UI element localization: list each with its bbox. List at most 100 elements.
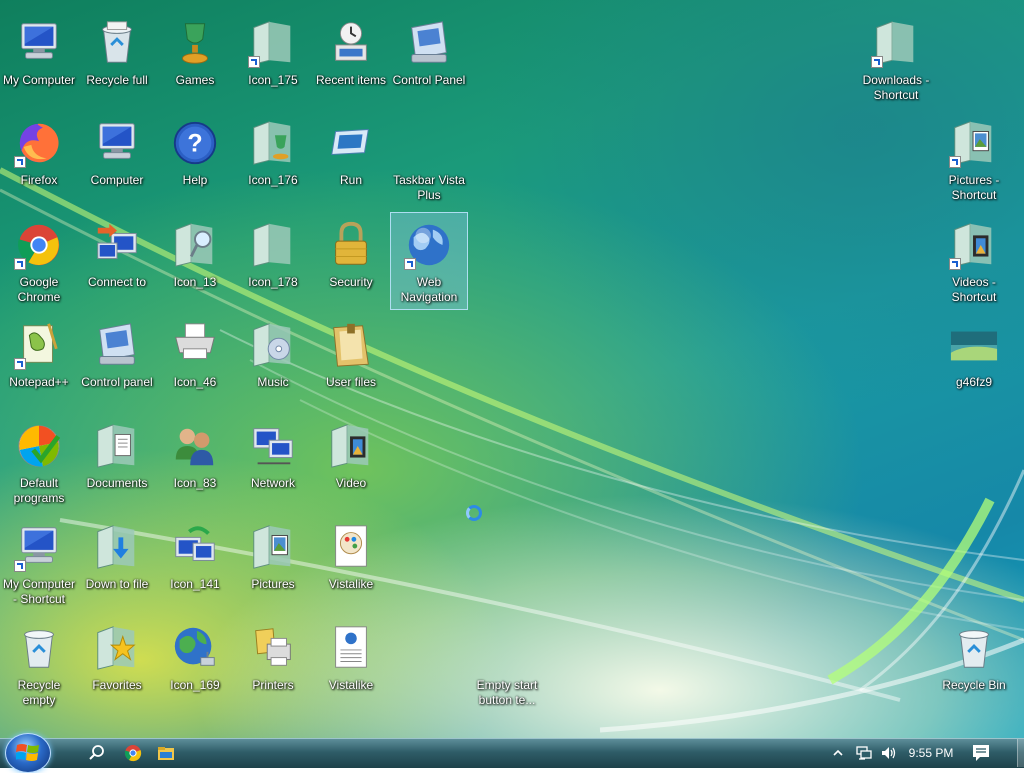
desktop-icon-my-computer[interactable]: My Computer: [0, 10, 78, 108]
globe-icon: [403, 219, 455, 271]
desktop-icon-recycle-bin[interactable]: Recycle Bin: [935, 615, 1013, 713]
notification-center-button[interactable]: [968, 742, 994, 764]
windows-logo-icon: [16, 744, 39, 761]
notification-icon: [973, 745, 989, 761]
image-thumbnail-icon: [948, 319, 1000, 371]
run-icon: [325, 117, 377, 169]
show-desktop-button[interactable]: [1017, 739, 1024, 767]
help-icon: ?: [169, 117, 221, 169]
desktop-icon-label: User files: [325, 375, 376, 389]
desktop-icon-control-panel[interactable]: Control panel: [78, 312, 156, 410]
desktop-icon-label: Notepad++: [9, 375, 69, 389]
shortcut-arrow-icon: [248, 56, 260, 68]
desktop-icon-recent-items[interactable]: Recent items: [312, 10, 390, 108]
control-panel-icon: [403, 17, 455, 69]
desktop-icon-music[interactable]: Music: [234, 312, 312, 410]
desktop-icon-video[interactable]: Video: [312, 413, 390, 511]
video-folder-icon: [948, 219, 1000, 271]
desktop-icon-label: Web Navigation: [400, 275, 458, 304]
desktop-icon-documents[interactable]: Documents: [78, 413, 156, 511]
taskbar-clock[interactable]: 9:55 PM: [900, 739, 962, 767]
desktop[interactable]: My Computer Recycle full Games Icon_175 Rece…: [0, 0, 1024, 738]
tray-chevron-button[interactable]: [830, 743, 846, 763]
user-folder-icon: [325, 319, 377, 371]
desktop-icon-label: Google Chrome: [17, 275, 61, 304]
desktop-icon-notepad[interactable]: Notepad++: [0, 312, 78, 410]
desktop-icon-icon-176[interactable]: Icon_176: [234, 110, 312, 208]
desktop-icon-vistalike[interactable]: Vistalike: [312, 615, 390, 713]
desktop-icon-web-navigation[interactable]: Web Navigation: [390, 212, 468, 310]
network-icon: [856, 746, 872, 760]
blank-icon: [403, 117, 455, 169]
desktop-icon-recycle-empty[interactable]: Recycle empty: [0, 615, 78, 713]
desktop-icon-downloads-shortcut[interactable]: Downloads - Shortcut: [857, 10, 935, 108]
desktop-icon-games[interactable]: Games: [156, 10, 234, 108]
desktop-icon-label: Documents: [86, 476, 148, 490]
desktop-icon-label: My Computer - Shortcut: [2, 577, 76, 606]
taskbar-chrome-button[interactable]: [120, 741, 146, 765]
desktop-icon-videos-shortcut[interactable]: Videos - Shortcut: [935, 212, 1013, 310]
desktop-icon-label: Icon_13: [173, 275, 217, 289]
desktop-icon-taskbar-vista-plus[interactable]: Taskbar Vista Plus: [390, 110, 468, 208]
desktop-icon-favorites[interactable]: Favorites: [78, 615, 156, 713]
desktop-icon-label: g46fz9: [955, 375, 993, 389]
desktop-icon-run[interactable]: Run: [312, 110, 390, 208]
taskbar-search-button[interactable]: [84, 741, 110, 765]
desktop-icon-label: Icon_141: [170, 577, 220, 591]
desktop-icon-label: Network: [250, 476, 295, 490]
volume-icon: [882, 747, 896, 759]
desktop-icon-vistalike[interactable]: Vistalike: [312, 514, 390, 612]
network-sync-icon: [169, 521, 221, 573]
shortcut-arrow-icon: [871, 56, 883, 68]
desktop-icon-recycle-full[interactable]: Recycle full: [78, 10, 156, 108]
desktop-icon-icon-13[interactable]: Icon_13: [156, 212, 234, 310]
computer-icon: [91, 117, 143, 169]
desktop-icon-label: My Computer: [2, 73, 76, 87]
computer-icon: [13, 17, 65, 69]
folder-icon: [247, 219, 299, 271]
tray-volume-button[interactable]: [878, 743, 900, 763]
documents-folder-icon: [91, 420, 143, 472]
desktop-icon-pictures-shortcut[interactable]: Pictures - Shortcut: [935, 110, 1013, 208]
desktop-icon-icon-169[interactable]: Icon_169: [156, 615, 234, 713]
desktop-icon-my-computer-shortcut[interactable]: My Computer - Shortcut: [0, 514, 78, 612]
desktop-icon-label: Favorites: [92, 678, 142, 692]
notepad-icon: [13, 319, 65, 371]
desktop-icon-icon-178[interactable]: Icon_178: [234, 212, 312, 310]
desktop-icon-empty-start-button-te[interactable]: Empty start button te...: [468, 615, 546, 713]
desktop-icon-network[interactable]: Network: [234, 413, 312, 511]
desktop-icon-label: Icon_83: [173, 476, 217, 490]
desktop-icon-label: Computer: [90, 173, 144, 187]
desktop-icon-help[interactable]: ? Help: [156, 110, 234, 208]
desktop-icon-g46fz9[interactable]: g46fz9: [935, 312, 1013, 410]
desktop-icon-pictures[interactable]: Pictures: [234, 514, 312, 612]
shortcut-arrow-icon: [14, 258, 26, 270]
desktop-icon-google-chrome[interactable]: Google Chrome: [0, 212, 78, 310]
desktop-icon-security[interactable]: Security: [312, 212, 390, 310]
desktop-icon-label: Down to file: [85, 577, 149, 591]
desktop-icon-icon-141[interactable]: Icon_141: [156, 514, 234, 612]
desktop-icon-label: Icon_175: [248, 73, 298, 87]
desktop-icon-label: Taskbar Vista Plus: [393, 173, 465, 202]
desktop-icon-firefox[interactable]: Firefox: [0, 110, 78, 208]
shortcut-arrow-icon: [949, 258, 961, 270]
desktop-icon-icon-46[interactable]: Icon_46: [156, 312, 234, 410]
desktop-icon-icon-83[interactable]: Icon_83: [156, 413, 234, 511]
paint-file-icon: [325, 521, 377, 573]
firefox-icon: [13, 117, 65, 169]
desktop-icon-down-to-file[interactable]: Down to file: [78, 514, 156, 612]
desktop-icon-label: Icon_178: [248, 275, 298, 289]
desktop-icon-computer[interactable]: Computer: [78, 110, 156, 208]
desktop-icon-control-panel[interactable]: Control Panel: [390, 10, 468, 108]
desktop-icon-default-programs[interactable]: Default programs: [0, 413, 78, 511]
start-button[interactable]: [5, 733, 51, 773]
desktop-icon-user-files[interactable]: User files: [312, 312, 390, 410]
desktop-icon-label: Recycle full: [86, 73, 148, 87]
taskbar-file-explorer-button[interactable]: [153, 741, 179, 765]
favorites-folder-icon: [91, 622, 143, 674]
desktop-icon-connect-to[interactable]: Connect to: [78, 212, 156, 310]
desktop-icon-printers[interactable]: Printers: [234, 615, 312, 713]
desktop-icon-icon-175[interactable]: Icon_175: [234, 10, 312, 108]
desktop-icon-label: Pictures - Shortcut: [948, 173, 1000, 202]
tray-network-button[interactable]: [853, 743, 875, 763]
